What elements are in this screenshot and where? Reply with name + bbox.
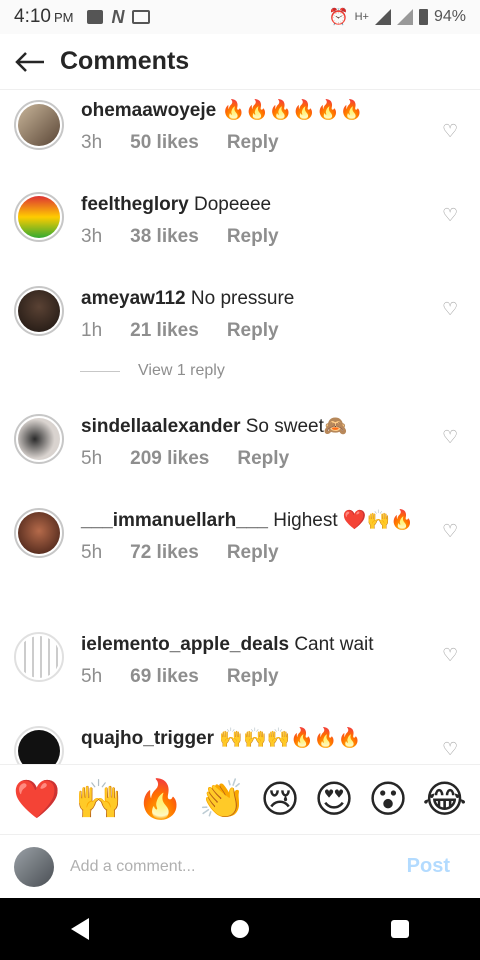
avatar[interactable] [14, 100, 64, 150]
comment-username[interactable]: ohemaawoyeje [81, 100, 216, 121]
like-heart-icon[interactable]: ♡ [442, 646, 460, 664]
reply-button[interactable]: Reply [227, 542, 279, 564]
avatar[interactable] [14, 286, 64, 336]
like-heart-icon[interactable]: ♡ [442, 740, 460, 758]
comment-time: 5h [81, 666, 103, 687]
comment-time: 5h [81, 448, 103, 469]
view-replies-label[interactable]: View 1 reply [138, 362, 225, 380]
comment-username[interactable]: ielemento_apple_deals [81, 634, 289, 655]
status-time: 4:10 PM [14, 6, 74, 27]
comment-likes[interactable]: 209 likes [130, 448, 209, 470]
nav-recents-icon[interactable] [391, 920, 409, 938]
comments-list[interactable]: ohemaawoyeje 🔥🔥🔥🔥🔥🔥 3h 50 likes Reply ♡ … [0, 90, 480, 764]
quick-reactions-bar: ❤️ 🙌 🔥 👏 😢 😍 😮 😂 [0, 764, 480, 834]
view-replies-button[interactable]: View 1 reply [80, 362, 225, 380]
clapping-emoji-button[interactable]: 👏 [198, 780, 245, 820]
reply-button[interactable]: Reply [227, 666, 279, 688]
comment-text: So sweet🙈 [245, 416, 348, 437]
comment-username[interactable]: quajho_trigger [81, 728, 214, 749]
avatar[interactable] [14, 192, 64, 242]
page-title: Comments [60, 47, 190, 75]
comment-time: 3h [81, 132, 103, 153]
like-heart-icon[interactable]: ♡ [442, 300, 460, 318]
comment-text: No pressure [190, 288, 295, 309]
avatar[interactable] [14, 726, 64, 764]
comment-likes[interactable]: 21 likes [130, 320, 199, 342]
avatar[interactable] [14, 508, 64, 558]
reply-button[interactable]: Reply [227, 226, 279, 248]
comment-text: Cant wait [294, 634, 374, 655]
heart-emoji-button[interactable]: ❤️ [13, 780, 60, 820]
reply-button[interactable]: Reply [237, 448, 289, 470]
reply-button[interactable]: Reply [227, 132, 279, 154]
fire-emoji-button[interactable]: 🔥 [137, 780, 184, 820]
alarm-icon: ⏰ [328, 9, 349, 26]
gallery-notification-icon [87, 10, 104, 24]
like-heart-icon[interactable]: ♡ [442, 122, 460, 140]
comment-text: 🙌🙌🙌🔥🔥🔥 [219, 728, 362, 749]
network-type: H+ [354, 11, 369, 23]
reply-button[interactable]: Reply [227, 320, 279, 342]
comment-username[interactable]: sindellaalexander [81, 416, 240, 437]
battery-percent: 94% [433, 8, 466, 25]
surprised-emoji-button[interactable]: 😮 [368, 780, 408, 820]
like-heart-icon[interactable]: ♡ [442, 428, 460, 446]
post-button[interactable]: Post [407, 855, 466, 878]
system-nav-bar [0, 898, 480, 960]
nav-home-icon[interactable] [231, 920, 249, 938]
comment-time: 3h [81, 226, 103, 247]
n-notification-icon: N [111, 6, 125, 27]
battery-icon [418, 9, 428, 25]
comment-likes[interactable]: 50 likes [130, 132, 199, 154]
comment-text: Dopeeee [193, 194, 272, 215]
comment-input[interactable] [70, 857, 407, 876]
comment-time: 5h [81, 542, 103, 563]
nav-back-icon[interactable] [71, 918, 89, 940]
comment-composer: Post [0, 834, 480, 898]
comment-likes[interactable]: 69 likes [130, 666, 199, 688]
signal-icon-2 [396, 9, 413, 25]
comment-time: 1h [81, 320, 103, 341]
avatar[interactable] [14, 414, 64, 464]
comment-username[interactable]: feeltheglory [81, 194, 189, 215]
mail-notification-icon [132, 10, 151, 24]
crying-emoji-button[interactable]: 😢 [260, 780, 300, 820]
my-avatar [14, 846, 54, 887]
signal-icon [374, 9, 391, 25]
comment-username[interactable]: ameyaw112 [81, 288, 186, 309]
comment-username[interactable]: ___immanuellarh___ [81, 510, 268, 531]
status-bar: 4:10 PM N ⏰ H+ 94% [0, 0, 480, 34]
avatar[interactable] [14, 632, 64, 682]
divider [80, 370, 120, 372]
header: Comments [0, 34, 480, 90]
laughing-emoji-button[interactable]: 😂 [422, 780, 466, 820]
comment-likes[interactable]: 72 likes [130, 542, 199, 564]
comment-text: Highest ❤️🙌🔥 [273, 510, 414, 531]
like-heart-icon[interactable]: ♡ [442, 206, 460, 224]
like-heart-icon[interactable]: ♡ [442, 522, 460, 540]
comment-likes[interactable]: 38 likes [130, 226, 199, 248]
heart-eyes-emoji-button[interactable]: 😍 [314, 780, 354, 820]
raising-hands-emoji-button[interactable]: 🙌 [75, 780, 122, 820]
comment-text: 🔥🔥🔥🔥🔥🔥 [221, 100, 364, 121]
back-arrow-icon[interactable] [0, 34, 60, 90]
